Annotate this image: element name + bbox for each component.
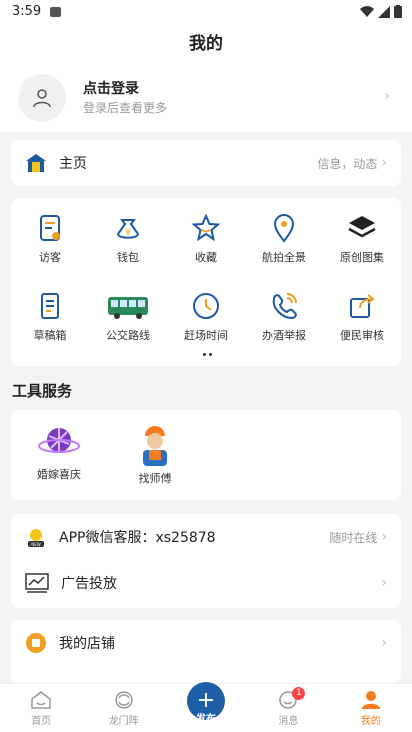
home-aside: 信息，动态 — [317, 156, 378, 171]
home-label: 主页 — [59, 156, 87, 172]
feature-grid-card: 访客 ¥ 钱包 收藏 航拍全景 原创图集 草稿箱 公交路线 赶场时间 办酒举报 … — [11, 198, 401, 366]
bottom-tab-bar: 首页 龙门阵 + 发布 1 消息 我的 — [0, 682, 412, 732]
ad-chart-icon — [25, 573, 49, 593]
grid-item-favorites[interactable]: 收藏 — [167, 198, 245, 276]
tool-item-label: 婚嫁喜庆 — [37, 468, 81, 481]
chevron-right-icon: › — [384, 88, 390, 104]
wedding-icon — [38, 428, 80, 453]
tools-card: 婚嫁喜庆 找师傅 — [11, 410, 401, 500]
tab-label: 首页 — [31, 716, 52, 727]
grid-item-drafts[interactable]: 草稿箱 — [11, 276, 89, 354]
report-icon — [272, 293, 297, 320]
grid-item-label: 原创图集 — [340, 251, 384, 264]
page-header: 我的 — [0, 24, 412, 66]
wifi-icon — [360, 5, 374, 17]
draft-icon — [41, 293, 59, 319]
ads-label: 广告投放 — [61, 576, 117, 592]
grid-item-bus[interactable]: 公交路线 — [89, 276, 167, 354]
user-icon — [33, 89, 51, 108]
chevron-right-icon: › — [381, 529, 387, 545]
shop-label: 我的店铺 — [59, 636, 115, 652]
battery-icon — [394, 5, 402, 18]
login-title: 点击登录 — [83, 81, 139, 97]
home-tab-icon — [31, 691, 51, 709]
bus-icon — [108, 297, 148, 319]
clock-icon — [193, 293, 219, 319]
page-title: 我的 — [189, 34, 223, 54]
service-row[interactable]: NEW APP微信客服：xs25878 随时在线 › — [11, 514, 401, 560]
tab-home[interactable]: 首页 — [0, 684, 82, 732]
grid-item-aerial[interactable]: 航拍全景 — [245, 198, 323, 276]
tab-label: 我的 — [360, 716, 381, 727]
grid-item-label: 赶场时间 — [184, 329, 228, 342]
wallet-icon: ¥ — [116, 219, 140, 239]
forum-tab-icon — [114, 691, 133, 709]
tool-item-wedding[interactable]: 婚嫁喜庆 — [11, 422, 107, 486]
grid-item-review[interactable]: 便民审核 — [323, 276, 401, 354]
tool-item-worker[interactable]: 找师傅 — [107, 422, 203, 486]
grid-item-label: 便民审核 — [340, 329, 384, 342]
chevron-right-icon: › — [381, 635, 387, 651]
tab-messages[interactable]: 1 消息 — [247, 684, 329, 732]
visitor-icon — [40, 215, 60, 241]
service-label: APP微信客服：xs25878 — [59, 530, 216, 546]
notification-icon — [50, 7, 61, 17]
profile-tab-icon — [361, 691, 380, 709]
star-icon — [191, 213, 221, 242]
grid-item-label: 办酒举报 — [262, 329, 306, 342]
tab-label: 消息 — [278, 716, 299, 727]
grid-item-label: 公交路线 — [106, 329, 150, 342]
layers-icon — [348, 216, 376, 238]
chevron-right-icon: › — [381, 575, 387, 591]
tools-title: 工具服务 — [12, 382, 73, 400]
grid-item-gallery[interactable]: 原创图集 — [323, 198, 401, 276]
grid-item-label: 草稿箱 — [33, 329, 67, 342]
message-badge: 1 — [292, 687, 306, 700]
signal-icon — [378, 5, 390, 18]
tab-mine[interactable]: 我的 — [330, 684, 412, 732]
tab-publish[interactable]: + 发布 — [165, 682, 247, 732]
chevron-right-icon: › — [381, 155, 387, 171]
shop-card: 我的店铺 › — [11, 620, 401, 683]
grid-item-label: 钱包 — [117, 251, 139, 264]
grid-item-label: 访客 — [39, 251, 61, 264]
shop-row[interactable]: 我的店铺 › — [11, 620, 401, 666]
svg-text:¥: ¥ — [125, 228, 131, 238]
service-aside: 随时在线 — [329, 530, 378, 545]
tab-forum[interactable]: 龙门阵 — [82, 684, 164, 732]
status-bar: 3:59 — [0, 0, 412, 24]
grid-item-visitor[interactable]: 访客 — [11, 198, 89, 276]
shop-icon — [26, 633, 46, 653]
login-row[interactable]: 点击登录 登录后查看更多 › — [0, 66, 412, 132]
tool-item-label: 找师傅 — [138, 472, 172, 485]
avatar — [18, 74, 66, 122]
plus-icon: + — [196, 688, 216, 713]
grid-item-market-time[interactable]: 赶场时间 — [167, 276, 245, 354]
home-card[interactable]: 主页 信息，动态 › — [11, 140, 401, 186]
system-icons — [360, 5, 402, 18]
grid-item-report[interactable]: 办酒举报 — [245, 276, 323, 354]
grid-item-label: 航拍全景 — [262, 251, 306, 264]
status-time: 3:59 — [12, 4, 42, 19]
login-subtitle: 登录后查看更多 — [83, 101, 168, 115]
grid-item-label: 收藏 — [195, 251, 217, 264]
svg-text:NEW: NEW — [31, 542, 41, 547]
home-icon — [26, 154, 46, 172]
tab-label: 发布 — [196, 714, 217, 725]
service-card: NEW APP微信客服：xs25878 随时在线 › 广告投放 › — [11, 514, 401, 608]
worker-icon — [143, 426, 167, 466]
page-indicator — [203, 353, 212, 356]
ads-row[interactable]: 广告投放 › — [11, 560, 401, 606]
share-review-icon — [350, 294, 375, 318]
customer-service-icon: NEW — [28, 529, 44, 547]
tab-label: 龙门阵 — [108, 716, 139, 727]
location-icon — [273, 214, 295, 243]
grid-item-wallet[interactable]: ¥ 钱包 — [89, 198, 167, 276]
